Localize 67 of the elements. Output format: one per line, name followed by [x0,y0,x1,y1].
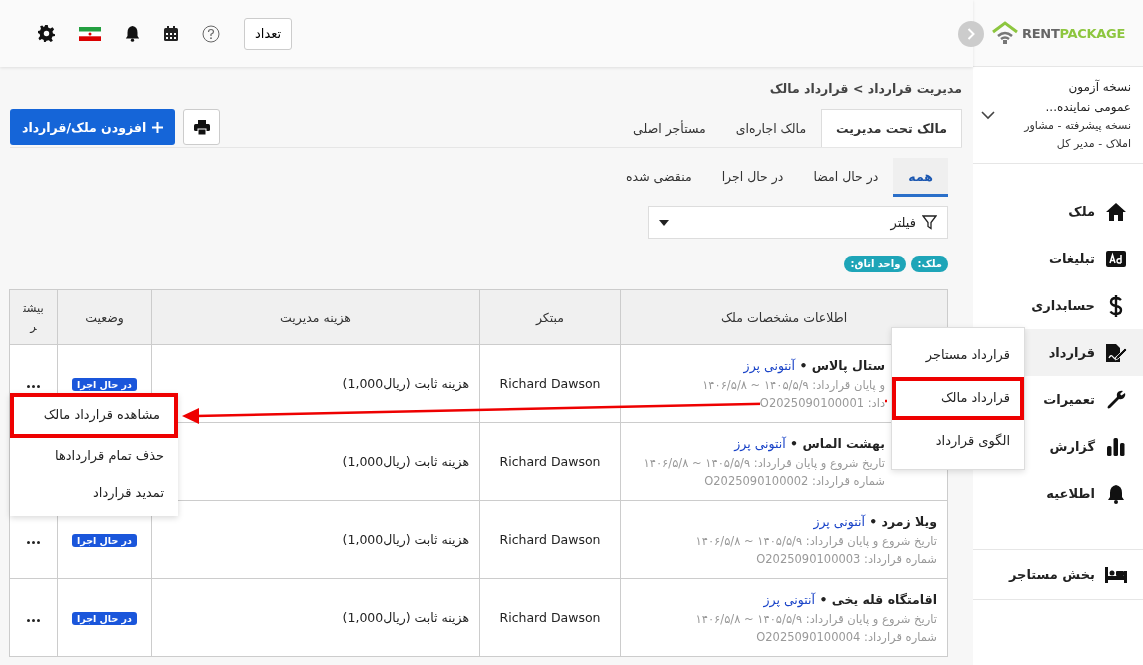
status-tab[interactable]: در حال امضا [798,158,894,197]
status-badge: در حال اجرا [72,612,137,625]
add-button[interactable]: افزودن ملک/قرارداد [10,109,176,145]
menu-item[interactable]: قرارداد مالک [892,377,1024,420]
property-name: ستال پالاس • [799,357,885,373]
status-tab[interactable]: منقضی شده [611,158,707,197]
menu-item[interactable]: مشاهده قرارداد مالک [10,393,178,438]
owner-link[interactable]: آنتونی پرز [813,513,865,529]
breadcrumb: مدیریت قرارداد > قرارداد مالک [768,81,962,98]
column-header: بیشتر [9,289,58,345]
tab[interactable]: مالک تحت مدیریت [821,109,962,147]
chevron-right-icon [967,28,975,40]
bell-icon [1105,483,1127,504]
print-button[interactable] [183,109,221,145]
more-icon[interactable] [27,541,40,544]
owner-link[interactable]: آنتونی پرز [743,357,796,373]
ad-icon [1105,250,1127,267]
calendar-icon[interactable] [164,26,178,41]
wrench-icon [1105,389,1127,410]
filter-icon [922,215,937,230]
caret-icon [659,219,669,226]
column-header: مبتکر [479,289,621,345]
tab[interactable]: مستأجر اصلی [618,109,721,147]
status-tab[interactable]: در حال اجرا [706,158,799,197]
logo-text: RENTPACKAGE [1022,25,1125,41]
table-cell: Richard Dawson [479,578,621,657]
status-badge: در حال اجرا [72,534,137,547]
column-header: اطلاعات مشخصات ملک [620,289,948,345]
table-cell: Richard Dawson [479,422,621,501]
chevron-down-icon[interactable] [981,110,995,120]
help-icon[interactable] [202,24,220,43]
sidebar-item[interactable]: تبلیغات [973,235,1143,282]
tab[interactable]: مالک اجاره‌ای [720,109,822,147]
sidebar-item[interactable]: بخش مستاجر [973,549,1143,600]
property-name: اقامتگاه قله یخی • [819,591,937,607]
status-tab[interactable]: همه [893,158,948,197]
property-name: ویلا زمرد • [869,513,937,529]
table-cell: Richard Dawson [479,500,621,579]
account-name: نسخه آزمون عمومی نماینده... [1044,78,1131,116]
status-badge: در حال اجرا [72,378,137,391]
sidebar-item[interactable]: ملک [973,188,1143,235]
count-button[interactable]: تعداد [244,17,293,50]
settings-icon[interactable] [38,25,55,42]
column-header: وضعیت [57,289,152,345]
plus-icon [152,121,164,133]
more-icon[interactable] [27,619,40,622]
owner-link[interactable]: آنتونی پرز [734,435,786,451]
menu-item[interactable]: الگوی قرارداد [892,420,1024,463]
table-cell: Richard Dawson [479,344,621,423]
bar-chart-icon [1105,437,1127,456]
flag-icon[interactable] [79,26,101,41]
account-role: نسخه پیشرفته - مشاور املاک - مدیر کل [1022,118,1131,152]
sidebar-item[interactable]: اطلاعیه [973,470,1143,517]
bed-icon [1105,566,1127,583]
document-edit-icon [1105,342,1127,363]
logo-icon [992,21,1018,45]
property-name: بهشت الماس • [790,435,885,451]
more-icon[interactable] [27,385,40,388]
column-header: هزینه مدیریت [151,289,480,345]
sidebar-item[interactable]: حسابداری [973,282,1143,329]
home-icon [1105,201,1127,222]
print-icon [193,119,210,135]
filter-dropdown[interactable]: فیلتر [648,206,948,239]
table-cell: هزینه ثابت (ریال1,000) [151,578,480,657]
menu-item[interactable]: حذف تمام قراردادها [10,438,178,475]
owner-link[interactable]: آنتونی پرز [763,591,816,607]
bell-icon[interactable] [125,25,140,42]
